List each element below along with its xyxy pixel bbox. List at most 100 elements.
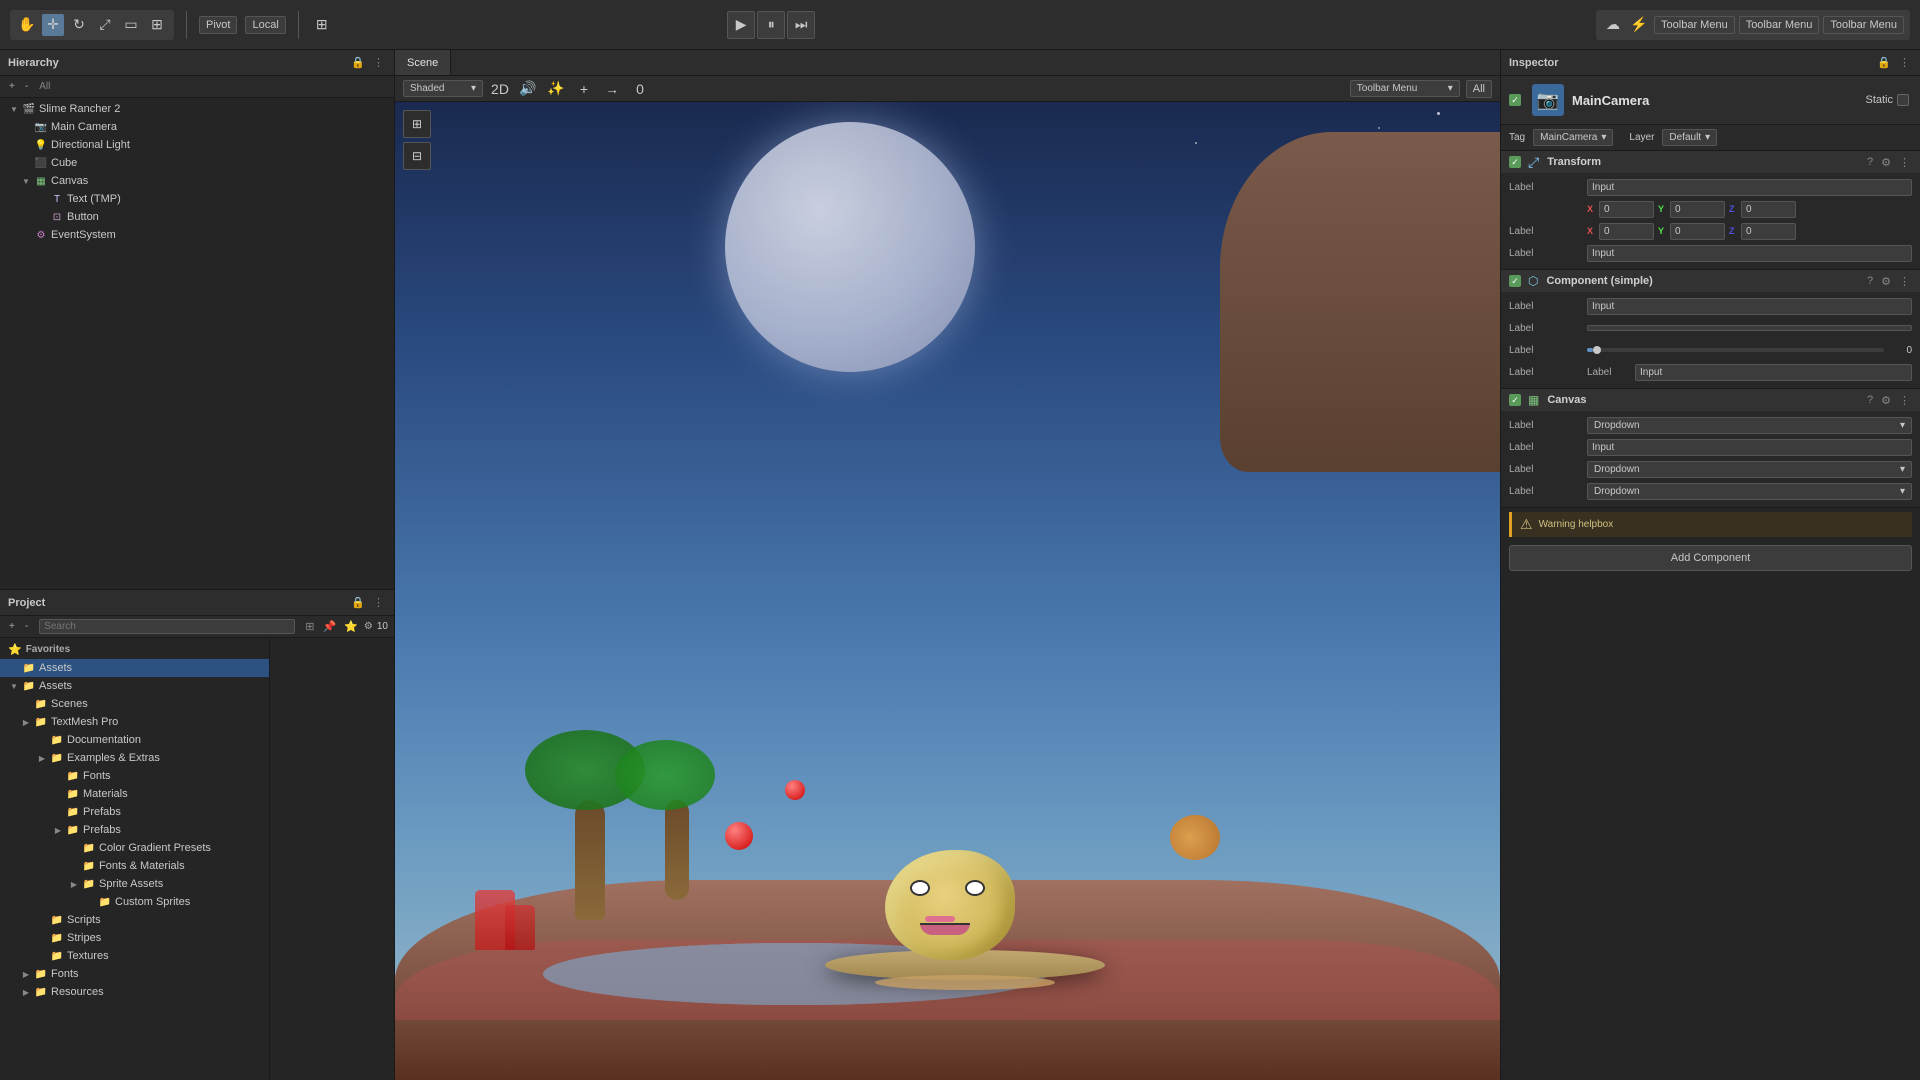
tree-item-examples[interactable]: ▶ 📁 Examples & Extras xyxy=(0,749,269,767)
tree-item-text-tmp[interactable]: T Text (TMP) xyxy=(0,190,394,208)
scene-view[interactable]: ⊞ ⊟ xyxy=(395,102,1500,1080)
local-label[interactable]: Local xyxy=(245,16,285,34)
tree-item-scenes[interactable]: 📁 Scenes xyxy=(0,695,269,713)
object-name[interactable]: MainCamera xyxy=(1572,93,1649,108)
pos-z-input[interactable] xyxy=(1741,201,1796,218)
tree-item-fonts-materials[interactable]: 📁 Fonts & Materials xyxy=(0,857,269,875)
tree-item-color-gradient[interactable]: 📁 Color Gradient Presets xyxy=(0,839,269,857)
position-input[interactable]: Input xyxy=(1587,179,1912,196)
project-lock-icon[interactable]: 🔒 xyxy=(349,594,367,611)
tree-item-prefabs-1[interactable]: 📁 Prefabs xyxy=(0,803,269,821)
scene-tab[interactable]: Scene xyxy=(395,50,451,75)
canvas-row4-dropdown[interactable]: Dropdown ▾ xyxy=(1587,483,1912,500)
transform-active-check[interactable]: ✓ xyxy=(1509,156,1521,168)
pivot-label[interactable]: Pivot xyxy=(199,16,237,34)
comp-row4-input[interactable]: Input xyxy=(1635,364,1912,381)
canvas-help-icon[interactable]: ? xyxy=(1865,392,1875,409)
project-minus-btn[interactable]: - xyxy=(22,620,31,633)
tree-item-assets-fav[interactable]: 📁 Assets xyxy=(0,659,269,677)
scale-tool-btn[interactable]: ⤢ xyxy=(94,14,116,36)
gizmos-add-btn[interactable]: + xyxy=(573,78,595,100)
pause-btn[interactable]: ⏸ xyxy=(757,11,785,39)
hierarchy-lock-icon[interactable]: 🔒 xyxy=(349,54,367,71)
transform-menu-icon[interactable]: ⋮ xyxy=(1897,154,1912,171)
2d-toggle-btn[interactable]: 2D xyxy=(489,78,511,100)
project-menu-icon[interactable]: ⋮ xyxy=(371,594,386,611)
move-tool-btn[interactable]: ✛ xyxy=(42,14,64,36)
tree-item-fonts[interactable]: 📁 Fonts xyxy=(0,767,269,785)
gizmos-counter-btn[interactable]: 0 xyxy=(629,78,651,100)
step-btn[interactable]: ⏭ xyxy=(787,11,815,39)
pos-y-input[interactable] xyxy=(1670,201,1725,218)
pos-x-input[interactable] xyxy=(1599,201,1654,218)
toolbar-menu-dropdown[interactable]: Toolbar Menu ▾ xyxy=(1350,80,1460,97)
comp-row2-input[interactable] xyxy=(1587,325,1912,331)
project-search-input[interactable] xyxy=(44,621,290,632)
layer-dropdown[interactable]: Default ▾ xyxy=(1662,129,1717,146)
tree-item-resources[interactable]: ▶ 📁 Resources xyxy=(0,983,269,1001)
grid-tool-btn[interactable]: ⊞ xyxy=(311,14,333,36)
tree-item-sprite-assets[interactable]: ▶ 📁 Sprite Assets xyxy=(0,875,269,893)
rect-tool-btn[interactable]: ▭ xyxy=(120,14,142,36)
project-pin-icon[interactable]: 📌 xyxy=(321,618,339,635)
tree-item-textmesh[interactable]: ▶ 📁 TextMesh Pro xyxy=(0,713,269,731)
shading-dropdown[interactable]: Shaded ▾ xyxy=(403,80,483,97)
audio-btn[interactable]: 🔊 xyxy=(517,78,539,100)
component-simple-header[interactable]: ✓ ⬡ Component (simple) ? ⚙ ⋮ xyxy=(1501,270,1920,292)
active-checkbox[interactable]: ✓ xyxy=(1509,94,1521,106)
canvas-active[interactable]: ✓ xyxy=(1509,394,1521,406)
transform-settings-icon[interactable]: ⚙ xyxy=(1879,154,1893,171)
inspector-menu-icon[interactable]: ⋮ xyxy=(1897,54,1912,71)
tree-item-slime-rancher[interactable]: ▼ 🎬 Slime Rancher 2 xyxy=(0,100,394,118)
collab-btn[interactable]: ☁ xyxy=(1602,14,1624,36)
canvas-menu-icon[interactable]: ⋮ xyxy=(1897,392,1912,409)
tree-item-textures[interactable]: 📁 Textures xyxy=(0,947,269,965)
tree-item-stripes[interactable]: 📁 Stripes xyxy=(0,929,269,947)
tree-item-prefabs-2[interactable]: ▶ 📁 Prefabs xyxy=(0,821,269,839)
toolbar-menu-1[interactable]: Toolbar Menu xyxy=(1654,16,1735,34)
rotate-tool-btn[interactable]: ↻ xyxy=(68,14,90,36)
tree-item-directional-light[interactable]: 💡 Directional Light xyxy=(0,136,394,154)
cloud-btn[interactable]: ⚡ xyxy=(1628,14,1650,36)
comp-slider[interactable] xyxy=(1587,348,1884,352)
canvas-header[interactable]: ✓ ▦ Canvas ? ⚙ ⋮ xyxy=(1501,389,1920,411)
tree-item-event-system[interactable]: ⚙ EventSystem xyxy=(0,226,394,244)
canvas-row2-input[interactable]: Input xyxy=(1587,439,1912,456)
comp-simple-help-icon[interactable]: ? xyxy=(1865,273,1875,290)
comp-simple-settings-icon[interactable]: ⚙ xyxy=(1879,273,1893,290)
toolbar-menu-3[interactable]: Toolbar Menu xyxy=(1823,16,1904,34)
rot-y-input[interactable] xyxy=(1670,223,1725,240)
add-component-btn[interactable]: Add Component xyxy=(1509,545,1912,571)
tree-item-button[interactable]: ⊡ Button xyxy=(0,208,394,226)
project-add-btn[interactable]: + xyxy=(6,620,18,633)
comp-simple-menu-icon[interactable]: ⋮ xyxy=(1897,273,1912,290)
project-star-icon[interactable]: ⭐ xyxy=(342,618,360,635)
comp-simple-active[interactable]: ✓ xyxy=(1509,275,1521,287)
tree-item-fonts-root[interactable]: ▶ 📁 Fonts xyxy=(0,965,269,983)
tree-item-documentation[interactable]: 📁 Documentation xyxy=(0,731,269,749)
tree-item-materials[interactable]: 📁 Materials xyxy=(0,785,269,803)
comp-slider-thumb[interactable] xyxy=(1593,346,1601,354)
static-checkbox[interactable] xyxy=(1897,94,1909,106)
transform-help-icon[interactable]: ? xyxy=(1865,154,1875,171)
canvas-row1-dropdown[interactable]: Dropdown ▾ xyxy=(1587,417,1912,434)
play-btn[interactable]: ▶ xyxy=(727,11,755,39)
tree-item-cube[interactable]: ⬛ Cube xyxy=(0,154,394,172)
canvas-row3-dropdown[interactable]: Dropdown ▾ xyxy=(1587,461,1912,478)
tree-item-main-camera[interactable]: 📷 Main Camera xyxy=(0,118,394,136)
comp-row1-input[interactable]: Input xyxy=(1587,298,1912,315)
tree-item-custom-sprites[interactable]: 📁 Custom Sprites xyxy=(0,893,269,911)
transform-tool-btn[interactable]: ⊞ xyxy=(146,14,168,36)
canvas-settings-icon[interactable]: ⚙ xyxy=(1879,392,1893,409)
effects-btn[interactable]: ✨ xyxy=(545,78,567,100)
hierarchy-minus-btn[interactable]: - xyxy=(22,80,31,93)
hand-tool-btn[interactable]: ✋ xyxy=(16,14,38,36)
gizmo-btn-1[interactable]: ⊞ xyxy=(403,110,431,138)
scale-input[interactable]: Input xyxy=(1587,245,1912,262)
project-filter-icon[interactable]: ⊞ xyxy=(303,618,316,635)
toolbar-menu-2[interactable]: Toolbar Menu xyxy=(1739,16,1820,34)
inspector-lock-icon[interactable]: 🔒 xyxy=(1875,54,1893,71)
gizmo-btn-2[interactable]: ⊟ xyxy=(403,142,431,170)
rot-x-input[interactable] xyxy=(1599,223,1654,240)
tree-item-canvas[interactable]: ▼ ▦ Canvas xyxy=(0,172,394,190)
